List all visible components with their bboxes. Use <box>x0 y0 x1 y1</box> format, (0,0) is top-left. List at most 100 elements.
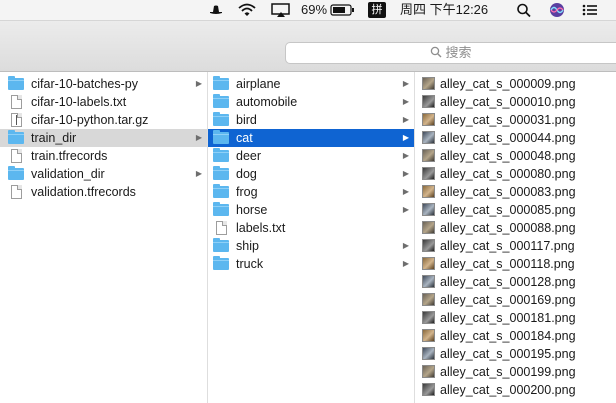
file-name: alley_cat_s_000088.png <box>440 221 576 235</box>
file-name: alley_cat_s_000031.png <box>440 113 576 127</box>
folder-icon <box>8 130 24 144</box>
file-name: alley_cat_s_000199.png <box>440 365 576 379</box>
list-item-train-tfrecords[interactable]: train.tfrecords <box>0 147 207 165</box>
file-name: alley_cat_s_000200.png <box>440 383 576 397</box>
file-name: alley_cat_s_000128.png <box>440 275 576 289</box>
file-row[interactable]: alley_cat_s_000181.png <box>415 309 616 327</box>
list-item-airplane[interactable]: airplane ▶ <box>208 75 414 93</box>
disclosure-arrow-icon: ▶ <box>402 97 409 106</box>
image-thumbnail-icon <box>422 383 435 396</box>
file-row[interactable]: alley_cat_s_000031.png <box>415 111 616 129</box>
file-row[interactable]: alley_cat_s_000083.png <box>415 183 616 201</box>
battery-icon[interactable] <box>330 0 356 20</box>
airplay-icon[interactable] <box>270 0 292 20</box>
file-row[interactable]: alley_cat_s_000199.png <box>415 363 616 381</box>
image-thumbnail-icon <box>422 113 435 126</box>
spotlight-search-icon[interactable] <box>516 0 532 20</box>
folder-icon <box>213 112 229 126</box>
list-item-truck[interactable]: truck ▶ <box>208 255 414 273</box>
folder-icon <box>213 238 229 252</box>
list-item-frog[interactable]: frog ▶ <box>208 183 414 201</box>
folder-icon <box>213 166 229 180</box>
file-row[interactable]: alley_cat_s_000128.png <box>415 273 616 291</box>
file-row[interactable]: alley_cat_s_000009.png <box>415 75 616 93</box>
document-icon <box>216 221 227 235</box>
image-thumbnail-icon <box>422 185 435 198</box>
folder-icon <box>8 76 24 90</box>
image-thumbnail-icon <box>422 239 435 252</box>
file-row[interactable]: alley_cat_s_000080.png <box>415 165 616 183</box>
list-item-cifar-10-python-tar-gz[interactable]: cifar-10-python.tar.gz <box>0 111 207 129</box>
column-3[interactable]: alley_cat_s_000009.png alley_cat_s_000010… <box>415 72 616 403</box>
file-row[interactable]: alley_cat_s_000184.png <box>415 327 616 345</box>
list-item-labels-txt[interactable]: labels.txt <box>208 219 414 237</box>
item-label: ship <box>236 239 259 253</box>
archive-icon <box>11 113 22 127</box>
wifi-icon[interactable] <box>237 0 257 20</box>
item-label: labels.txt <box>236 221 286 235</box>
list-item-cifar-10-labels-txt[interactable]: cifar-10-labels.txt <box>0 93 207 111</box>
image-thumbnail-icon <box>422 221 435 234</box>
document-icon <box>11 95 22 109</box>
list-item-validation-tfrecords[interactable]: validation.tfrecords <box>0 183 207 201</box>
item-label: bird <box>236 113 257 127</box>
image-thumbnail-icon <box>422 257 435 270</box>
file-name: alley_cat_s_000083.png <box>440 185 576 199</box>
file-name: alley_cat_s_000044.png <box>440 131 576 145</box>
file-name: alley_cat_s_000184.png <box>440 329 576 343</box>
list-item-horse[interactable]: horse ▶ <box>208 201 414 219</box>
file-row[interactable]: alley_cat_s_000010.png <box>415 93 616 111</box>
image-thumbnail-icon <box>422 347 435 360</box>
item-label: cifar-10-python.tar.gz <box>31 113 149 127</box>
list-item-cat[interactable]: cat ▶ <box>208 129 414 147</box>
disclosure-arrow-icon: ▶ <box>195 79 202 88</box>
disclosure-arrow-icon: ▶ <box>402 259 409 268</box>
folder-icon <box>213 148 229 162</box>
item-label: automobile <box>236 95 298 109</box>
disclosure-arrow-icon: ▶ <box>402 133 409 142</box>
file-row[interactable]: alley_cat_s_000118.png <box>415 255 616 273</box>
image-thumbnail-icon <box>422 293 435 306</box>
file-row[interactable]: alley_cat_s_000048.png <box>415 147 616 165</box>
folder-icon <box>8 166 24 180</box>
list-item-deer[interactable]: deer ▶ <box>208 147 414 165</box>
file-row[interactable]: alley_cat_s_000195.png <box>415 345 616 363</box>
file-row[interactable]: alley_cat_s_000044.png <box>415 129 616 147</box>
input-method-badge[interactable]: 拼 <box>368 2 386 18</box>
list-item-automobile[interactable]: automobile ▶ <box>208 93 414 111</box>
column-2[interactable]: airplane ▶ automobile ▶ bird ▶ cat ▶ deer ▶ dog ▶ fr… <box>208 72 415 403</box>
image-thumbnail-icon <box>422 203 435 216</box>
list-item-ship[interactable]: ship ▶ <box>208 237 414 255</box>
battery-percent: 69% <box>301 2 328 17</box>
folder-icon <box>213 130 229 144</box>
notification-center-icon[interactable] <box>580 0 600 20</box>
file-name: alley_cat_s_000118.png <box>440 257 575 271</box>
hat-icon[interactable] <box>206 0 226 20</box>
clock[interactable]: 周四 下午12:26 <box>400 0 488 20</box>
disclosure-arrow-icon: ▶ <box>402 205 409 214</box>
file-row[interactable]: alley_cat_s_000088.png <box>415 219 616 237</box>
column-1[interactable]: cifar-10-batches-py ▶ cifar-10-labels.txt c… <box>0 72 208 403</box>
item-label: cat <box>236 131 253 145</box>
list-item-validation-dir[interactable]: validation_dir ▶ <box>0 165 207 183</box>
item-label: airplane <box>236 77 281 91</box>
list-item-train-dir[interactable]: train_dir ▶ <box>0 129 207 147</box>
list-item-cifar-10-batches-py[interactable]: cifar-10-batches-py ▶ <box>0 75 207 93</box>
search-field[interactable]: 搜索 <box>285 42 616 64</box>
list-item-bird[interactable]: bird ▶ <box>208 111 414 129</box>
file-name: alley_cat_s_000010.png <box>440 95 576 109</box>
siri-icon[interactable] <box>548 0 566 20</box>
item-label: validation_dir <box>31 167 105 181</box>
folder-icon <box>213 94 229 108</box>
disclosure-arrow-icon: ▶ <box>402 115 409 124</box>
item-label: cifar-10-labels.txt <box>31 95 127 109</box>
file-row[interactable]: alley_cat_s_000085.png <box>415 201 616 219</box>
image-thumbnail-icon <box>422 131 435 144</box>
disclosure-arrow-icon: ▶ <box>195 169 202 178</box>
folder-icon <box>213 184 229 198</box>
file-row[interactable]: alley_cat_s_000169.png <box>415 291 616 309</box>
image-thumbnail-icon <box>422 275 435 288</box>
file-row[interactable]: alley_cat_s_000117.png <box>415 237 616 255</box>
list-item-dog[interactable]: dog ▶ <box>208 165 414 183</box>
file-row[interactable]: alley_cat_s_000200.png <box>415 381 616 399</box>
